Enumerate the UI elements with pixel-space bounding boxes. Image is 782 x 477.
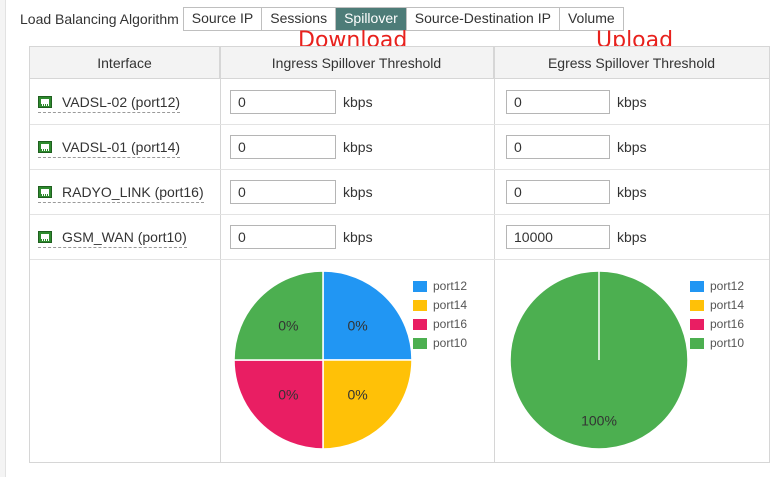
interface-port16[interactable]: RADYO_LINK (port16) bbox=[38, 181, 204, 203]
column-divider bbox=[494, 47, 495, 462]
unit-label: kbps bbox=[617, 229, 647, 245]
legend-label: port16 bbox=[433, 317, 468, 331]
pie-label-port14: 0% bbox=[347, 387, 367, 403]
legend-swatch bbox=[413, 337, 427, 349]
legend-item-port14[interactable]: port14 bbox=[413, 298, 467, 312]
pie-label-port10: 100% bbox=[581, 413, 617, 429]
unit-label: kbps bbox=[617, 139, 647, 155]
pie-label-port16: 0% bbox=[278, 387, 298, 403]
pie-slice-port16 bbox=[233, 359, 324, 450]
ingress-threshold-input-port16[interactable] bbox=[230, 180, 336, 204]
legend-swatch bbox=[690, 299, 704, 311]
pie-slice-port10 bbox=[233, 270, 324, 361]
unit-label: kbps bbox=[617, 184, 647, 200]
spillover-table: Interface Ingress Spillover Threshold Eg… bbox=[29, 46, 770, 463]
ingress-pie-chart: 0% 0% 0% 0% bbox=[232, 269, 414, 451]
interface-name: VADSL-02 (port12) bbox=[62, 93, 181, 110]
legend-label: port12 bbox=[710, 279, 745, 293]
left-panel-edge bbox=[0, 0, 6, 477]
legend-item-port10[interactable]: port10 bbox=[413, 336, 467, 350]
algorithm-option-spillover[interactable]: Spillover bbox=[336, 8, 407, 30]
row-divider bbox=[30, 259, 769, 260]
ingress-threshold-input-port10[interactable] bbox=[230, 225, 336, 249]
pie-label-port10: 0% bbox=[278, 317, 298, 333]
algorithm-option-source-destination-ip[interactable]: Source-Destination IP bbox=[406, 8, 560, 30]
legend-label: port10 bbox=[710, 336, 745, 350]
port-icon bbox=[38, 230, 52, 243]
ingress-threshold-input-port14[interactable] bbox=[230, 135, 336, 159]
legend-item-port10[interactable]: port10 bbox=[690, 336, 744, 350]
port-icon bbox=[38, 95, 52, 108]
egress-threshold-input-port10[interactable] bbox=[506, 225, 610, 249]
legend-label: port10 bbox=[433, 336, 468, 350]
legend-swatch bbox=[413, 280, 427, 292]
legend-item-port16[interactable]: port16 bbox=[413, 317, 467, 331]
unit-label: kbps bbox=[343, 184, 373, 200]
algorithm-option-volume[interactable]: Volume bbox=[559, 8, 623, 30]
interface-port14[interactable]: VADSL-01 (port14) bbox=[38, 136, 181, 158]
unit-label: kbps bbox=[343, 229, 373, 245]
pie-label-port12: 0% bbox=[347, 317, 367, 333]
legend-swatch bbox=[690, 318, 704, 330]
legend-swatch bbox=[690, 337, 704, 349]
interface-name: VADSL-01 (port14) bbox=[62, 138, 181, 155]
port-icon bbox=[38, 185, 52, 198]
legend-label: port14 bbox=[710, 298, 745, 312]
egress-chart-legend: port12 port14 port16 port10 bbox=[690, 279, 760, 359]
egress-pie-svg: 100% bbox=[509, 270, 689, 450]
header-egress-threshold: Egress Spillover Threshold bbox=[494, 47, 769, 79]
egress-pie-chart: 100% bbox=[508, 269, 690, 451]
egress-threshold-input-port14[interactable] bbox=[506, 135, 610, 159]
pie-slice-port12 bbox=[322, 270, 413, 361]
legend-item-port14[interactable]: port14 bbox=[690, 298, 744, 312]
ingress-chart-legend: port12 port14 port16 port10 bbox=[413, 279, 483, 359]
legend-label: port12 bbox=[433, 279, 468, 293]
algorithm-option-sessions[interactable]: Sessions bbox=[262, 8, 337, 30]
legend-label: port14 bbox=[433, 298, 468, 312]
row-divider bbox=[30, 124, 769, 125]
row-divider bbox=[30, 214, 769, 215]
egress-threshold-input-port16[interactable] bbox=[506, 180, 610, 204]
legend-swatch bbox=[413, 299, 427, 311]
algorithm-label: Load Balancing Algorithm bbox=[20, 11, 179, 27]
legend-label: port16 bbox=[710, 317, 745, 331]
legend-swatch bbox=[413, 318, 427, 330]
legend-item-port12[interactable]: port12 bbox=[413, 279, 467, 293]
egress-threshold-input-port12[interactable] bbox=[506, 90, 610, 114]
legend-item-port12[interactable]: port12 bbox=[690, 279, 744, 293]
interface-name: RADYO_LINK (port16) bbox=[62, 183, 204, 200]
unit-label: kbps bbox=[617, 94, 647, 110]
interface-port10[interactable]: GSM_WAN (port10) bbox=[38, 226, 187, 248]
row-divider bbox=[30, 169, 769, 170]
algorithm-option-source-ip[interactable]: Source IP bbox=[183, 8, 263, 30]
header-ingress-threshold: Ingress Spillover Threshold bbox=[220, 47, 494, 79]
interface-port12[interactable]: VADSL-02 (port12) bbox=[38, 91, 181, 113]
ingress-threshold-input-port12[interactable] bbox=[230, 90, 336, 114]
column-divider bbox=[220, 47, 221, 462]
legend-item-port16[interactable]: port16 bbox=[690, 317, 744, 331]
ingress-pie-svg: 0% 0% 0% 0% bbox=[233, 270, 413, 450]
interface-name: GSM_WAN (port10) bbox=[62, 228, 187, 245]
port-icon bbox=[38, 140, 52, 153]
legend-swatch bbox=[690, 280, 704, 292]
header-interface: Interface bbox=[30, 47, 220, 79]
unit-label: kbps bbox=[343, 139, 373, 155]
pie-slice-port14 bbox=[322, 359, 413, 450]
unit-label: kbps bbox=[343, 94, 373, 110]
